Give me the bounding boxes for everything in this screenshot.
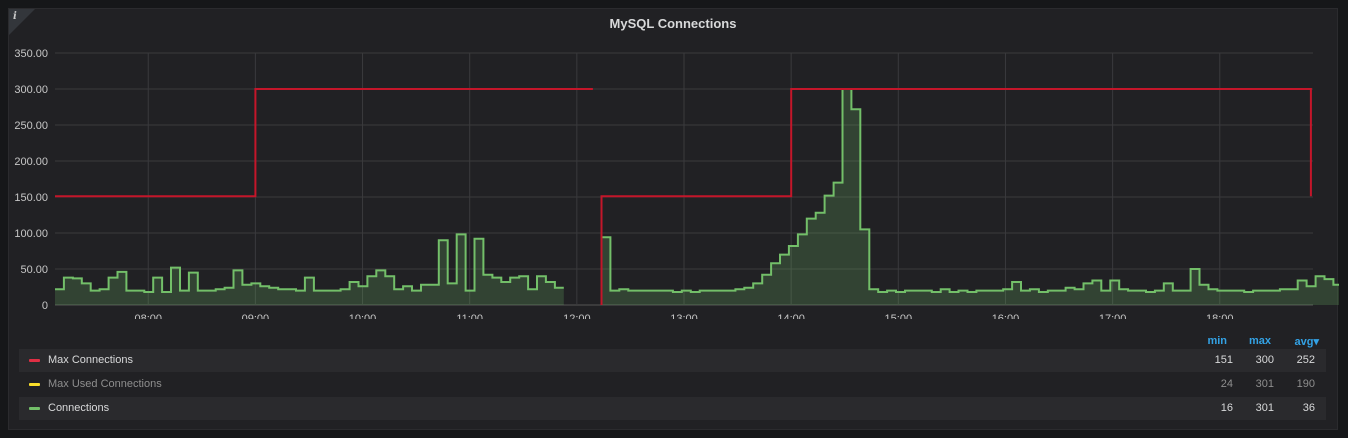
series-area-connections (55, 234, 564, 305)
legend-value-max: 301 (1255, 402, 1274, 414)
y-tick-label: 300.00 (14, 84, 48, 96)
y-tick-label: 250.00 (14, 120, 48, 132)
series-line-connections (601, 88, 1339, 293)
x-tick-label: 09:00 (242, 313, 270, 319)
legend-value-min: 24 (1220, 378, 1233, 390)
x-tick-label: 15:00 (885, 313, 913, 319)
chart-area[interactable]: 350.00 300.00 250.00 200.00 150.00 100.00 50.0… (9, 9, 1339, 319)
graph-panel: i MySQL Connections 350.00 300.00 250.00 20… (8, 8, 1339, 430)
x-tick-label: 13:00 (670, 313, 698, 319)
y-tick-label: 150.00 (14, 192, 48, 204)
legend-value-avg: 36 (1302, 402, 1315, 414)
legend-value-max: 300 (1255, 354, 1274, 366)
x-tick-label: 18:00 (1206, 313, 1234, 319)
series-line-max-connections (55, 88, 593, 198)
x-tick-label: 12:00 (563, 313, 591, 319)
legend-header-max[interactable]: max (1237, 335, 1271, 347)
legend-header-avg[interactable]: avg▾ (1275, 335, 1319, 348)
legend-value-min: 151 (1214, 354, 1233, 366)
legend-row-connections[interactable]: Connections 16 301 36 (19, 397, 1326, 420)
x-tick-label: 08:00 (134, 313, 162, 319)
y-tick-label: 50.00 (20, 264, 48, 276)
x-tick-label: 16:00 (992, 313, 1020, 319)
legend-swatch-green[interactable] (29, 407, 40, 410)
legend-header-min[interactable]: min (1195, 335, 1227, 347)
x-tick-label: 10:00 (349, 313, 377, 319)
legend-value-avg: 252 (1296, 354, 1315, 366)
y-tick-label: 100.00 (14, 228, 48, 240)
legend-swatch-red[interactable] (29, 359, 40, 362)
legend-row-max-connections[interactable]: Max Connections 151 300 252 (19, 349, 1326, 372)
legend-series-name[interactable]: Max Connections (48, 354, 133, 366)
legend-series-name[interactable]: Max Used Connections (48, 378, 162, 390)
x-tick-label: 17:00 (1099, 313, 1127, 319)
y-tick-label: 0 (42, 300, 48, 312)
y-tick-label: 200.00 (14, 156, 48, 168)
x-tick-label: 11:00 (456, 313, 483, 319)
legend-series-name[interactable]: Connections (48, 402, 109, 414)
x-tick-label: 14:00 (777, 313, 805, 319)
legend-value-max: 301 (1255, 378, 1274, 390)
legend-value-min: 16 (1220, 402, 1233, 414)
y-tick-label: 350.00 (14, 48, 48, 60)
legend-row-max-used-connections[interactable]: Max Used Connections 24 301 190 (19, 373, 1326, 396)
legend-value-avg: 190 (1296, 378, 1315, 390)
legend-swatch-yellow[interactable] (29, 383, 40, 386)
